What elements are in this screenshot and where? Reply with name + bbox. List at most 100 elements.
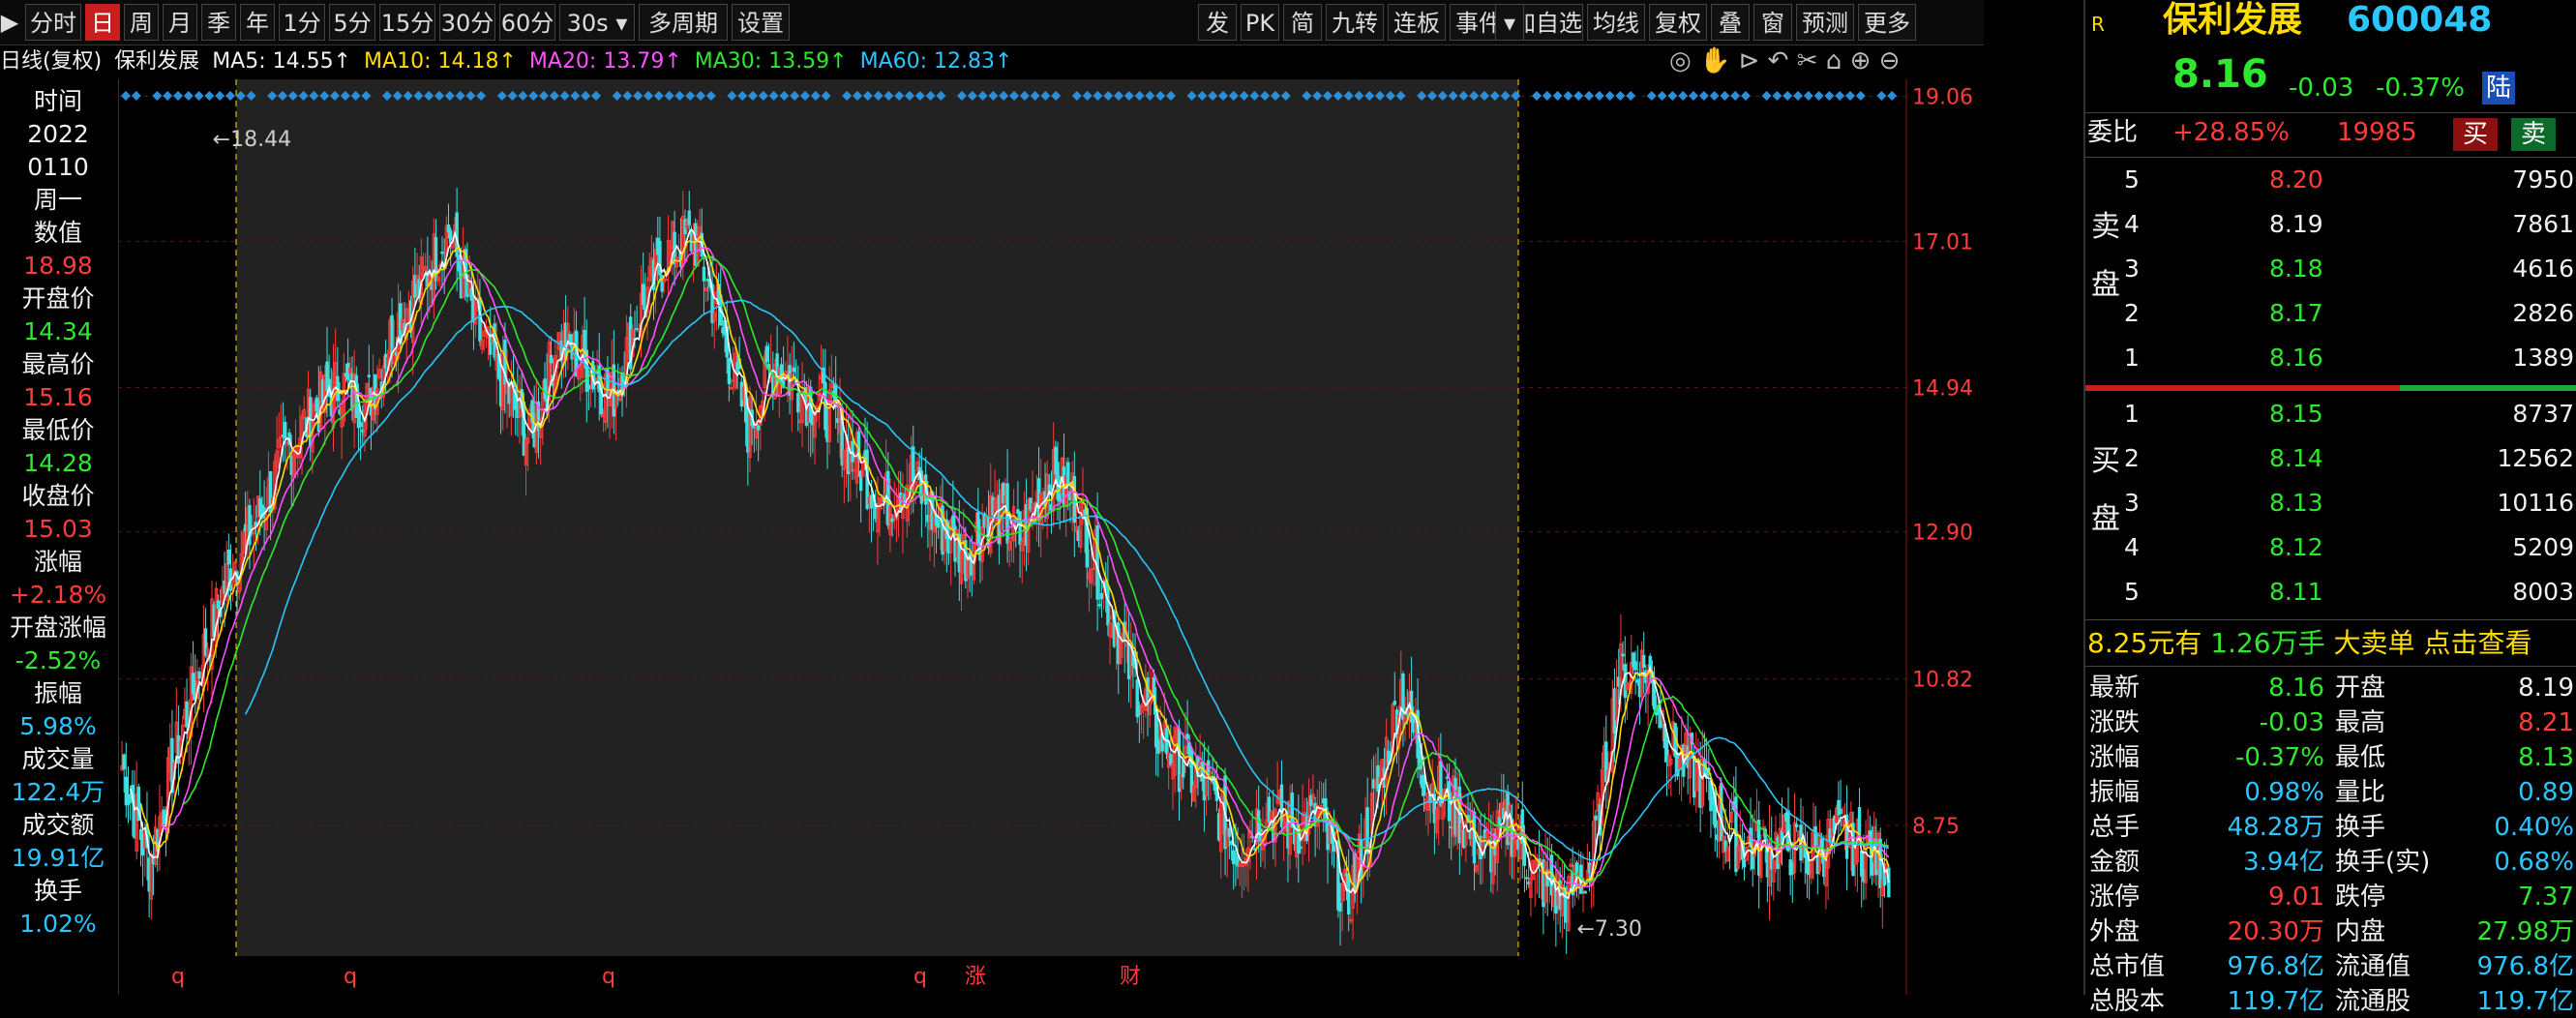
orderbook-row[interactable]: 4 8.12 5209	[2085, 530, 2576, 565]
event-marker[interactable]	[152, 91, 163, 101]
event-marker[interactable]	[1594, 91, 1604, 101]
orderbook-row[interactable]: 1 8.15 8737	[2085, 397, 2576, 432]
toolbar-right-btn-3[interactable]: 九转	[1326, 4, 1384, 41]
event-marker[interactable]	[204, 91, 215, 101]
scissors-icon[interactable]: ✂	[1797, 46, 1818, 75]
orderbook-row[interactable]: 4 8.19 7861	[2085, 207, 2576, 242]
buy-button[interactable]: 买	[2453, 118, 2498, 151]
event-marker[interactable]	[1835, 91, 1845, 101]
bottom-marker-2[interactable]: q	[602, 965, 615, 989]
toolbar-btn-1[interactable]: 日	[85, 4, 120, 41]
toolbar-btn-3[interactable]: 月	[163, 4, 197, 41]
event-marker[interactable]	[1793, 91, 1803, 101]
toolbar-btn-0[interactable]: 分时	[25, 4, 81, 41]
toolbar-btn-13[interactable]: 设置	[732, 4, 790, 41]
toolbar-btn-9[interactable]: 30分	[439, 4, 495, 41]
toolbar-right-btn-12[interactable]: 更多	[1858, 4, 1916, 41]
toolbar-right-btn-10[interactable]: 窗	[1753, 4, 1792, 41]
bottom-marker-1[interactable]: q	[344, 965, 357, 989]
event-marker[interactable]	[1552, 91, 1563, 101]
toolbar-right-btn-0[interactable]: 发	[1198, 4, 1237, 41]
info-value-12: 19.91亿	[11, 844, 105, 872]
toolbar-right-btn-4[interactable]: 连板	[1388, 4, 1446, 41]
event-marker[interactable]	[1876, 91, 1887, 101]
eye-icon[interactable]: ◎	[1669, 46, 1692, 75]
orderbook-row[interactable]: 1 8.16 1389	[2085, 341, 2576, 375]
toolbar-right-btn-1[interactable]: PK	[1241, 4, 1279, 41]
event-marker[interactable]	[1730, 91, 1741, 101]
orderbook-row[interactable]: 5 8.11 8003	[2085, 575, 2576, 610]
event-marker[interactable]	[1772, 91, 1782, 101]
toolbar-btn-12[interactable]: 多周期	[639, 4, 728, 41]
bottom-marker-3[interactable]: q	[914, 965, 927, 989]
play-icon[interactable]: ⊳	[1739, 46, 1760, 75]
event-marker[interactable]	[1573, 91, 1584, 101]
event-marker[interactable]	[1542, 91, 1552, 101]
toolbar-btn-4[interactable]: 季	[201, 4, 236, 41]
toolbar-right-btn-9[interactable]: 叠	[1711, 4, 1750, 41]
event-marker[interactable]	[1803, 91, 1813, 101]
zoom-out-icon[interactable]: ⊖	[1879, 46, 1901, 75]
orderbook-row[interactable]: 3 8.13 10116	[2085, 486, 2576, 521]
orderbook-row[interactable]: 2 8.17 2826	[2085, 296, 2576, 331]
event-marker[interactable]	[215, 91, 225, 101]
event-marker[interactable]	[173, 91, 183, 101]
toolbar-right-btn-11[interactable]: 预测	[1796, 4, 1854, 41]
info-label-12: 成交额	[21, 811, 95, 839]
toolbar-btn-2[interactable]: 周	[124, 4, 159, 41]
undo-icon[interactable]: ↶	[1768, 46, 1789, 75]
event-marker[interactable]	[1761, 91, 1772, 101]
event-marker[interactable]	[183, 91, 194, 101]
orderbook-row[interactable]: 2 8.14 12562	[2085, 441, 2576, 476]
event-marker[interactable]	[121, 91, 131, 101]
event-marker[interactable]	[1782, 91, 1793, 101]
event-marker[interactable]	[1615, 91, 1626, 101]
toolbar-btn-5[interactable]: 年	[240, 4, 275, 41]
event-marker[interactable]	[1824, 91, 1835, 101]
event-marker[interactable]	[1678, 91, 1689, 101]
toolbar-btn-6[interactable]: 1分	[279, 4, 325, 41]
bottom-marker-0[interactable]: q	[171, 965, 185, 989]
bottom-marker-5[interactable]: 财	[1120, 965, 1141, 989]
event-marker[interactable]	[1855, 91, 1866, 101]
event-marker[interactable]	[1689, 91, 1698, 101]
event-marker[interactable]	[1563, 91, 1573, 101]
orderbook-row[interactable]: 5 8.20 7950	[2085, 163, 2576, 197]
event-marker[interactable]	[1709, 91, 1720, 101]
event-marker[interactable]	[225, 91, 235, 101]
event-marker[interactable]	[1604, 91, 1615, 101]
event-marker[interactable]	[1584, 91, 1594, 101]
panel-toggle-icon[interactable]: ▶	[0, 4, 19, 41]
big-order-text[interactable]: 8.25元有 1.26万手 大卖单 点击查看	[2087, 627, 2531, 660]
event-marker[interactable]	[1720, 91, 1730, 101]
toolbar-right-btn-7[interactable]: 均线	[1587, 4, 1645, 41]
event-marker[interactable]	[1813, 91, 1824, 101]
event-marker[interactable]	[1698, 91, 1709, 101]
event-marker[interactable]	[1667, 91, 1678, 101]
toolbar-btn-11[interactable]: 30s ▾	[559, 4, 635, 41]
toolbar-right-btn-8[interactable]: 复权	[1649, 4, 1707, 41]
event-marker[interactable]	[131, 91, 141, 101]
toolbar-btn-10[interactable]: 60分	[499, 4, 555, 41]
event-marker[interactable]	[194, 91, 204, 101]
toolbar-right-btn-2[interactable]: 简	[1283, 4, 1322, 41]
event-marker[interactable]	[1741, 91, 1751, 101]
toolbar-btn-8[interactable]: 15分	[379, 4, 435, 41]
info-label-11: 成交量	[21, 745, 95, 773]
hand-icon[interactable]: ✋	[1699, 46, 1730, 75]
orderbook-row[interactable]: 3 8.18 4616	[2085, 252, 2576, 286]
sell-button[interactable]: 卖	[2511, 118, 2556, 151]
toolbar-btn-7[interactable]: 5分	[329, 4, 375, 41]
event-marker[interactable]	[1532, 91, 1542, 101]
event-marker[interactable]	[163, 91, 173, 101]
event-marker[interactable]	[1845, 91, 1855, 101]
bottom-marker-4[interactable]: 涨	[965, 965, 986, 989]
event-marker[interactable]	[1646, 91, 1657, 101]
zoom-in-icon[interactable]: ⊕	[1850, 46, 1872, 75]
home-icon[interactable]: ⌂	[1826, 46, 1842, 75]
kline-chart[interactable]: 19.06 17.01 14.94 12.90 10.82 8.75 ←18.44 ←7.30…	[118, 79, 1984, 995]
event-marker[interactable]	[1626, 91, 1636, 101]
event-marker[interactable]	[1657, 91, 1667, 101]
events-dropdown-icon[interactable]: ▾	[1495, 4, 1524, 41]
event-marker[interactable]	[1887, 91, 1898, 101]
